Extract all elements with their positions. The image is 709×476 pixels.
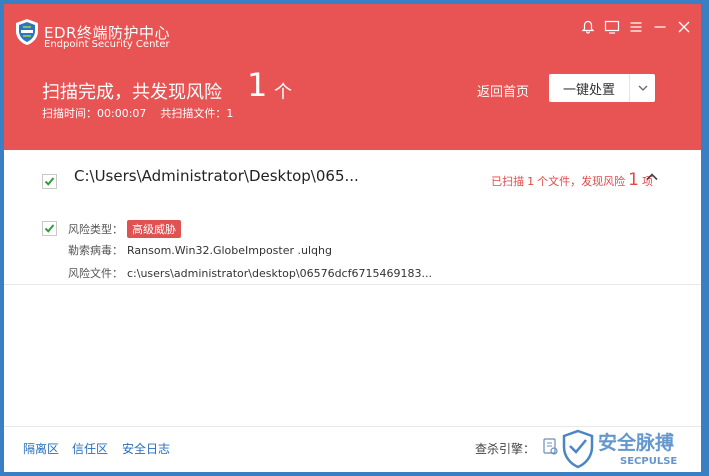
summary-risks: 1 — [628, 170, 639, 190]
quarantine-link[interactable]: 隔离区 — [23, 440, 59, 457]
shield-logo-icon — [16, 19, 38, 45]
risk-file-row: 风险文件： c:\users\administrator\desktop\065… — [68, 265, 432, 281]
footer-bar: 隔离区 信任区 安全日志 查杀引擎： 安全脉搏 SECPULSE — [4, 426, 701, 472]
watermark-subtext: SECPULSE — [620, 456, 677, 467]
infected-path: C:\Users\Administrator\Desktop\065... — [74, 167, 359, 185]
scan-time-value: 00:00:07 — [97, 107, 147, 120]
risk-type-badge: 高级威胁 — [127, 220, 181, 238]
risk-type-label: 风险类型： — [68, 223, 123, 236]
files-label: 共扫描文件： — [160, 107, 227, 120]
return-home-link[interactable]: 返回首页 — [477, 81, 529, 100]
chevron-up-icon[interactable] — [645, 170, 659, 184]
secpulse-watermark-logo: 安全脉搏 SECPULSE — [562, 429, 677, 469]
files-count: 1 — [226, 107, 234, 120]
bell-icon[interactable] — [579, 18, 597, 36]
summary-files: 1 — [527, 175, 535, 188]
result-checkbox[interactable] — [42, 174, 57, 189]
menu-icon[interactable] — [627, 18, 645, 36]
minimize-icon[interactable] — [651, 18, 669, 36]
scan-result-title: 扫描完成，共发现风险 — [42, 82, 222, 103]
result-summary: 已扫描 1 个文件，发现风险 1 项 — [491, 170, 653, 190]
watermark-text: 安全脉搏 — [598, 431, 674, 454]
chevron-down-icon[interactable] — [630, 85, 655, 91]
scan-result-item: C:\Users\Administrator\Desktop\065... 已扫… — [4, 150, 701, 284]
close-icon[interactable] — [675, 18, 693, 36]
summary-mid: 个文件，发现风险 — [537, 175, 626, 188]
monitor-icon[interactable] — [603, 18, 621, 36]
header-panel: EDR终端防护中心 Endpoint Security Center 扫描完成，… — [4, 4, 701, 150]
risk-file-label: 风险文件： — [68, 267, 123, 280]
detail-checkbox[interactable] — [42, 221, 57, 236]
scan-time-label: 扫描时间： — [42, 107, 97, 120]
risk-file-value: c:\users\administrator\desktop\06576dcf6… — [127, 266, 432, 280]
row-divider — [4, 284, 701, 285]
virus-row: 勒索病毒： Ransom.Win32.GlobeImposter .ulqhg — [68, 242, 332, 258]
summary-prefix: 已扫描 — [491, 175, 525, 188]
window-controls — [579, 18, 693, 36]
trust-zone-link[interactable]: 信任区 — [72, 440, 108, 457]
one-click-action-label: 一键处置 — [562, 82, 615, 98]
app-window: EDR终端防护中心 Endpoint Security Center 扫描完成，… — [4, 4, 701, 472]
one-click-action-button[interactable]: 一键处置 — [549, 74, 655, 102]
app-subtitle: Endpoint Security Center — [44, 39, 170, 50]
risk-unit: 个 — [274, 82, 292, 103]
engine-label: 查杀引擎： — [475, 442, 536, 456]
virus-value: Ransom.Win32.GlobeImposter .ulqhg — [127, 243, 332, 257]
risk-type-row: 风险类型： 高级威胁 — [68, 220, 181, 238]
virus-label: 勒索病毒： — [68, 244, 123, 257]
checkmark-icon — [44, 177, 55, 186]
checkmark-icon — [44, 224, 55, 233]
scan-stats: 扫描时间：00:00:07 共扫描文件：1 — [42, 105, 233, 121]
security-log-link[interactable]: 安全日志 — [122, 440, 170, 457]
risk-count: 1 — [247, 66, 268, 104]
